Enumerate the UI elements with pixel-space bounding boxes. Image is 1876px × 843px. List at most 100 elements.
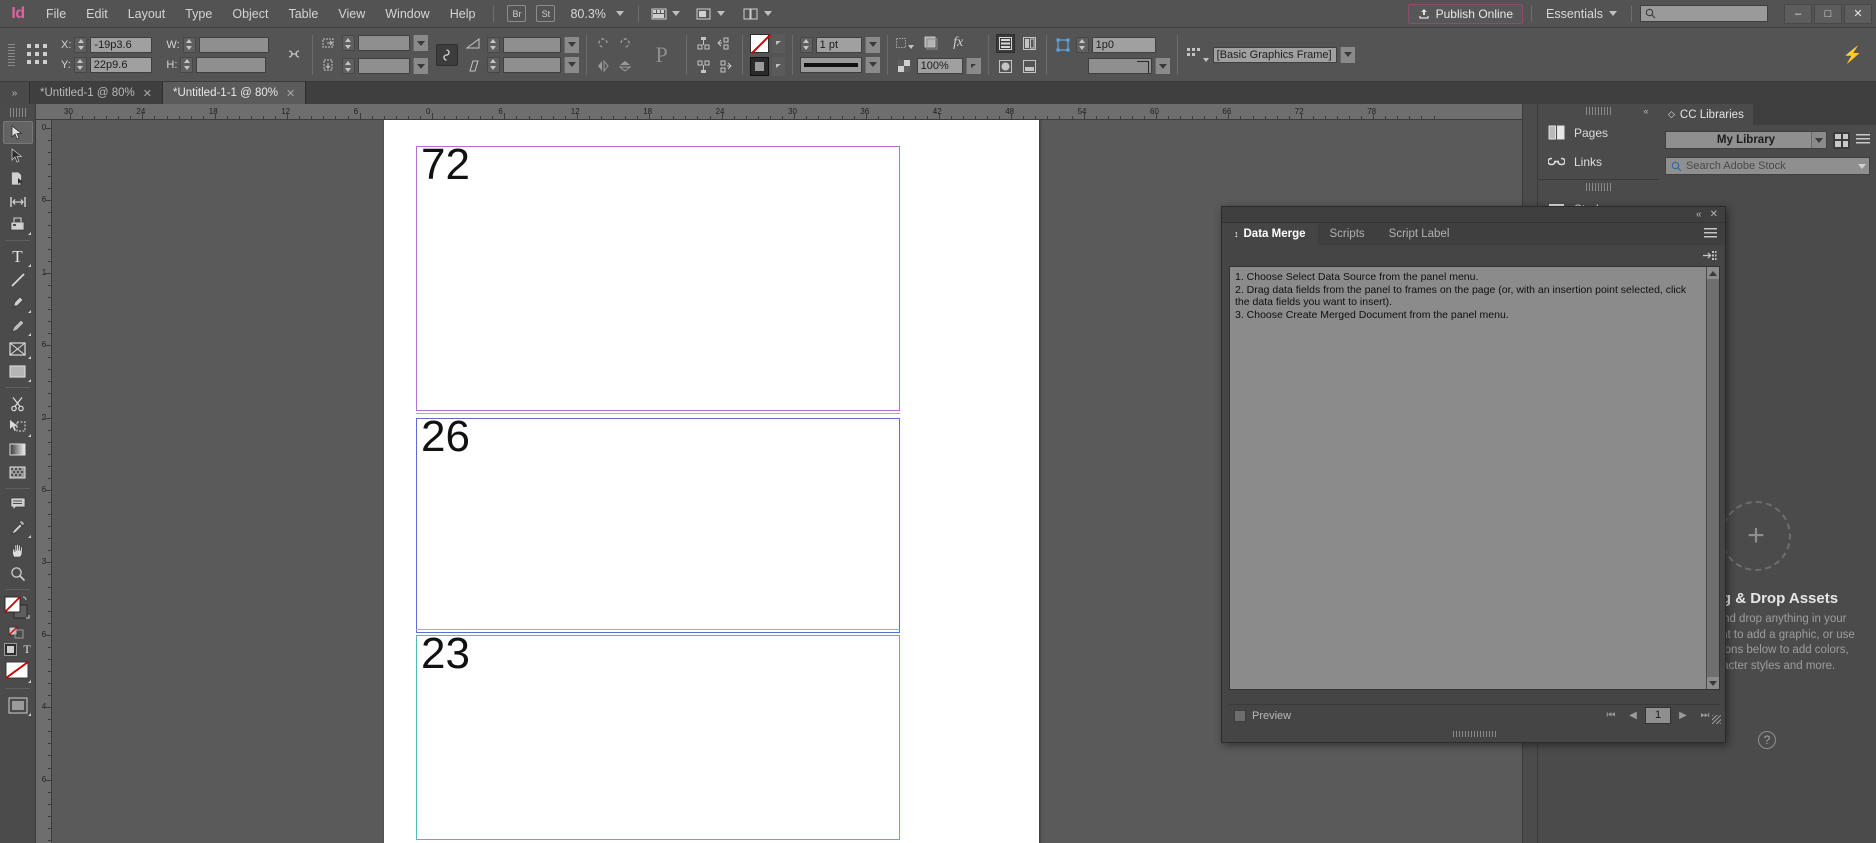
fit-content-proportionally-icon[interactable] xyxy=(995,33,1015,53)
apply-color-none-buttons[interactable] xyxy=(3,658,33,684)
maximize-button[interactable]: □ xyxy=(1814,3,1842,24)
document-page[interactable]: 72 26 23 xyxy=(384,120,1039,843)
next-record-button[interactable]: ▶ xyxy=(1673,710,1693,721)
search-input[interactable] xyxy=(1640,5,1768,22)
library-selector-dropdown[interactable] xyxy=(1811,132,1826,148)
record-number-field[interactable]: 1 xyxy=(1645,707,1671,724)
tab-script-label[interactable]: Script Label xyxy=(1376,223,1462,245)
constrain-scale-icon[interactable] xyxy=(435,43,458,66)
x-stepper[interactable] xyxy=(74,36,88,53)
data-merge-scrollbar[interactable] xyxy=(1706,267,1719,689)
rotation-stepper[interactable] xyxy=(486,36,500,53)
publish-online-button[interactable]: Publish Online xyxy=(1407,3,1524,24)
fill-stroke-selector[interactable] xyxy=(3,594,33,624)
align-right-icon[interactable] xyxy=(716,57,735,76)
fit-frame-to-content-icon[interactable] xyxy=(1020,57,1039,76)
panel-menu-icon-2[interactable] xyxy=(1704,228,1717,239)
previous-record-button[interactable]: ◀ xyxy=(1623,710,1643,721)
corner-shape-icon[interactable] xyxy=(1054,35,1073,54)
control-panel-grip[interactable] xyxy=(8,43,15,66)
scale-y-dropdown[interactable] xyxy=(412,58,428,74)
y-field[interactable]: 22p9.6 xyxy=(89,56,152,73)
scale-y-stepper[interactable] xyxy=(341,58,355,74)
gradient-swatch-tool[interactable] xyxy=(3,438,33,461)
fill-swatch[interactable] xyxy=(749,33,771,53)
shear-stepper[interactable] xyxy=(486,56,500,73)
data-merge-panel[interactable]: « ✕ ↕ Data Merge Scripts Script Label 1.… xyxy=(1221,206,1726,743)
scroll-down-button[interactable] xyxy=(1707,677,1719,689)
library-selector[interactable]: My Library xyxy=(1665,131,1827,149)
document-tab-1[interactable]: *Untitled-1 @ 80% ✕ xyxy=(30,82,163,104)
vertical-ruler[interactable]: 0616263646 xyxy=(36,120,52,843)
menu-type[interactable]: Type xyxy=(175,0,222,28)
hand-tool[interactable] xyxy=(3,539,33,562)
menu-edit[interactable]: Edit xyxy=(76,0,118,28)
object-style-icon[interactable] xyxy=(1185,45,1209,64)
align-top-icon[interactable] xyxy=(694,34,713,53)
panel-resize-grip[interactable] xyxy=(1712,715,1721,724)
workspace-switcher-label[interactable]: Essentials xyxy=(1540,7,1603,21)
y-stepper[interactable] xyxy=(73,56,87,73)
menu-view[interactable]: View xyxy=(328,0,375,28)
rectangle-tool[interactable] xyxy=(3,360,33,383)
page-tool[interactable] xyxy=(3,167,33,190)
text-frame-2[interactable]: 26 xyxy=(416,415,900,633)
reference-point-selector[interactable] xyxy=(25,42,51,68)
stock-button[interactable]: St xyxy=(536,5,556,22)
menu-table[interactable]: Table xyxy=(278,0,328,28)
screen-mode-icon[interactable] xyxy=(651,7,680,21)
rotate-ccw-icon[interactable] xyxy=(594,34,613,53)
close-icon-3[interactable]: ✕ xyxy=(1710,209,1718,220)
data-merge-title-bar[interactable]: « ✕ xyxy=(1222,207,1725,223)
stroke-swatch[interactable] xyxy=(749,56,769,76)
object-style-field[interactable]: [Basic Graphics Frame] xyxy=(1212,46,1337,63)
menu-window[interactable]: Window xyxy=(375,0,439,28)
double-chevron-left-icon[interactable]: « xyxy=(1696,209,1702,220)
opacity-field[interactable]: 100% xyxy=(916,58,963,74)
pen-tool[interactable] xyxy=(3,291,33,314)
close-icon-2[interactable]: ✕ xyxy=(286,87,295,100)
tab-cc-libraries[interactable]: ◇ CC Libraries xyxy=(1659,104,1753,125)
align-bottom-icon[interactable] xyxy=(694,57,713,76)
double-chevron-right-icon[interactable]: » xyxy=(0,82,30,104)
flip-vertical-icon[interactable] xyxy=(616,57,635,76)
corner-shape-preview[interactable] xyxy=(1087,58,1152,74)
stroke-weight-stepper[interactable] xyxy=(799,36,813,53)
content-collector-tool[interactable] xyxy=(3,213,33,236)
sidebar-item-pages[interactable]: Pages xyxy=(1538,118,1659,147)
sidebar-item-links[interactable]: Links xyxy=(1538,147,1659,176)
fill-dropdown[interactable] xyxy=(771,33,785,53)
panel-collapse-icon-2[interactable]: ↕ xyxy=(1234,229,1239,239)
corner-radius-field[interactable]: 1p0 xyxy=(1091,36,1156,53)
document-tab-2[interactable]: *Untitled-1-1 @ 80% ✕ xyxy=(163,82,307,104)
object-style-dropdown[interactable] xyxy=(1339,46,1355,63)
drop-shadow-icon[interactable] xyxy=(922,34,941,53)
corner-shape-dropdown[interactable] xyxy=(1154,58,1170,74)
scale-y-field[interactable] xyxy=(357,58,410,74)
menu-help[interactable]: Help xyxy=(440,0,486,28)
opacity-dropdown[interactable] xyxy=(965,58,981,74)
constrain-proportions-icon[interactable] xyxy=(283,45,305,64)
gradient-feather-tool[interactable] xyxy=(3,461,33,484)
note-tool[interactable] xyxy=(3,493,33,516)
scroll-up-button[interactable] xyxy=(1707,267,1719,279)
chevron-down-icon-5[interactable] xyxy=(1609,11,1617,16)
gap-tool[interactable] xyxy=(3,190,33,213)
chevron-down-icon[interactable] xyxy=(615,11,624,16)
add-asset-placeholder[interactable]: + xyxy=(1721,501,1791,571)
free-transform-tool[interactable] xyxy=(3,415,33,438)
bridge-button[interactable]: Br xyxy=(507,5,527,22)
close-icon[interactable]: ✕ xyxy=(143,87,152,100)
data-merge-fields-list[interactable]: 1. Choose Select Data Source from the pa… xyxy=(1229,266,1720,690)
shear-dropdown[interactable] xyxy=(563,56,579,73)
zoom-tool[interactable] xyxy=(3,562,33,585)
panel-collapse-icon[interactable]: ◇ xyxy=(1668,109,1675,120)
preview-checkbox[interactable] xyxy=(1234,709,1246,722)
first-record-button[interactable]: ⏮ xyxy=(1601,710,1621,721)
zoom-level-value[interactable]: 80.3% xyxy=(570,7,605,21)
view-options-icon[interactable] xyxy=(696,7,725,21)
align-left-icon[interactable] xyxy=(716,34,735,53)
stroke-weight-dropdown[interactable] xyxy=(864,36,880,53)
chevron-down-icon-4[interactable] xyxy=(763,11,772,16)
text-frame-3[interactable]: 23 xyxy=(416,632,900,840)
